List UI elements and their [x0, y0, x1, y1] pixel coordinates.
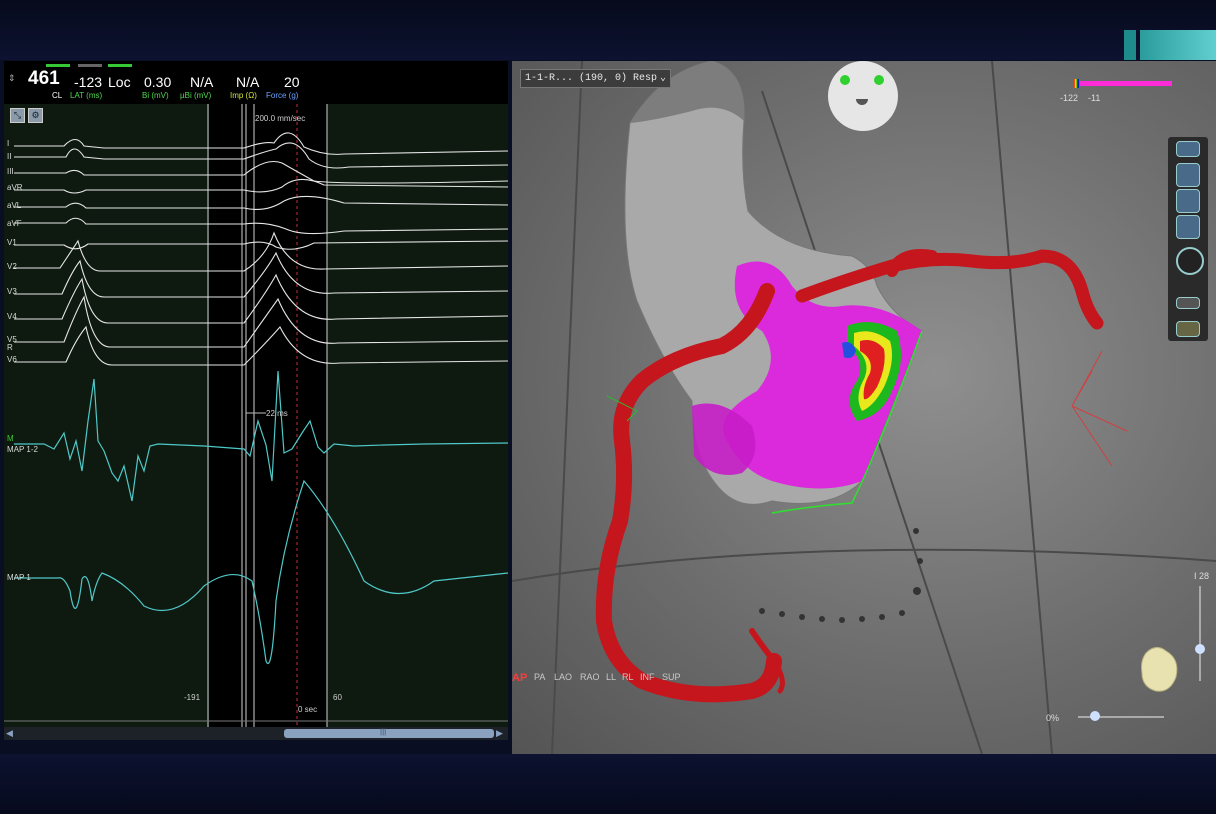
respiration-face-icon: [828, 61, 898, 131]
vertical-slider-knob[interactable]: [1195, 644, 1205, 654]
view-ll-button[interactable]: LL: [606, 672, 616, 682]
vertical-slider[interactable]: [1199, 586, 1201, 681]
grid-icon[interactable]: [1176, 321, 1200, 337]
view-pa-button[interactable]: PA: [534, 672, 545, 682]
zoom-percentage: 0%: [1046, 713, 1060, 723]
marker-left: -191: [184, 693, 201, 702]
star-icon[interactable]: [1176, 215, 1200, 239]
zoom-slider-knob[interactable]: [1090, 711, 1100, 721]
face-eye: [840, 75, 850, 85]
lead-label: aVL: [7, 201, 22, 210]
catheter-electrodes: [759, 528, 923, 623]
lead-label: I: [7, 139, 10, 148]
scale-low: -122: [1060, 93, 1079, 103]
view-lao-button[interactable]: LAO: [554, 672, 572, 682]
heart-orientation-icon[interactable]: [1136, 643, 1182, 695]
time-scrollbar[interactable]: ◀ ||| ▶: [4, 727, 508, 740]
face-mouth: [856, 99, 868, 105]
interval-label: 22 ms: [266, 409, 288, 418]
camera-icon[interactable]: [1176, 163, 1200, 187]
lead-label: aVF: [7, 219, 22, 228]
lead-label: V3: [7, 287, 17, 296]
top-band: [0, 0, 1216, 60]
lead-label-r: R: [7, 343, 13, 352]
ep-traces: [4, 104, 508, 727]
scroll-grip: |||: [380, 727, 387, 736]
map-title-dropdown[interactable]: 1-1-R... (190, 0) Resp ⌄: [520, 69, 671, 88]
more-icon[interactable]: [1176, 297, 1200, 309]
view-inf-button[interactable]: INF: [640, 672, 655, 682]
rotate-icon[interactable]: [1176, 189, 1200, 213]
chevron-down-icon: ⌄: [659, 73, 666, 84]
bottom-band: [0, 754, 1216, 814]
orientation-indicator: [1071, 350, 1128, 467]
map-toolbar: [1168, 137, 1208, 341]
ep-recording-panel: ⇕ 461 CL -123 LAT (ms) Loc 0.30 Bi (mV) …: [4, 61, 508, 740]
map1-label: MAP 1: [7, 573, 31, 582]
scroll-right-icon[interactable]: ▶: [496, 728, 506, 739]
record-icon[interactable]: [1176, 247, 1204, 275]
lead-label: V6: [7, 355, 17, 364]
lead-label: V2: [7, 262, 17, 271]
scale-bar: [1080, 81, 1172, 86]
accent-bar-wide: [1140, 30, 1216, 60]
lead-label: aVR: [7, 183, 23, 192]
layers-icon[interactable]: [1176, 141, 1200, 157]
map-title-text: 1-1-R... (190, 0) Resp: [525, 73, 658, 84]
marker-center: 0 sec: [298, 705, 318, 714]
scroll-thumb[interactable]: |||: [284, 727, 494, 738]
lead-label: II: [7, 152, 12, 161]
view-ap-button[interactable]: AP: [512, 672, 527, 684]
scale-high: -11: [1088, 93, 1101, 103]
lead-label: V1: [7, 238, 17, 247]
view-rl-button[interactable]: RL: [622, 672, 634, 682]
scroll-left-icon[interactable]: ◀: [6, 728, 16, 739]
map12-label: MAP 1-2: [7, 445, 38, 454]
view-rao-button[interactable]: RAO: [580, 672, 600, 682]
map-scene: [512, 61, 1216, 754]
m-label: M: [7, 434, 14, 443]
lead-label: V4: [7, 312, 17, 321]
scale-marker: [1074, 79, 1079, 88]
accent-bar: [1124, 30, 1136, 60]
lead-label: III: [7, 167, 14, 176]
i-value: I 28: [1194, 571, 1210, 581]
face-eye: [874, 75, 884, 85]
view-sup-button[interactable]: SUP: [662, 672, 681, 682]
lat-color-scale: -122 -11: [1060, 69, 1190, 109]
electroanatomic-map-view[interactable]: 1-1-R... (190, 0) Resp ⌄ -122 -11 I 28 0…: [512, 61, 1216, 754]
marker-right: 60: [333, 693, 342, 702]
sweep-speed: 200.0 mm/sec: [255, 114, 306, 123]
